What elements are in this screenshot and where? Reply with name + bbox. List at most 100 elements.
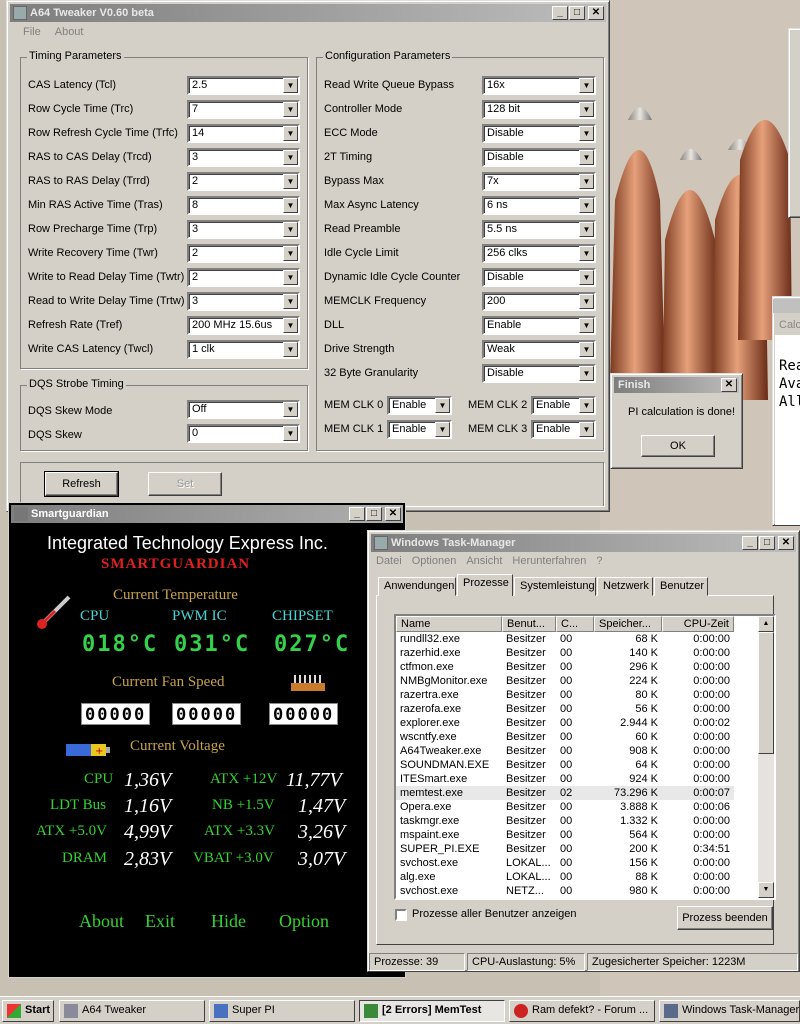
- timing-select[interactable]: 2 ▼: [187, 244, 300, 263]
- memclk-select[interactable]: Enable ▼: [387, 396, 452, 415]
- scroll-down-arrow-icon[interactable]: ▼: [758, 882, 774, 898]
- sg-close-button[interactable]: ✕: [385, 507, 401, 521]
- process-row[interactable]: razerofa.exe Besitzer 00 56 K 0:00:00: [396, 702, 734, 716]
- config-select[interactable]: Disable ▼: [482, 148, 596, 167]
- timing-select[interactable]: 1 clk ▼: [187, 340, 300, 359]
- chevron-down-icon[interactable]: ▼: [579, 150, 594, 165]
- process-row[interactable]: NMBgMonitor.exe Besitzer 00 224 K 0:00:00: [396, 674, 734, 688]
- process-row[interactable]: memtest.exe Besitzer 02 73.296 K 0:00:07: [396, 786, 734, 800]
- start-button[interactable]: Start: [2, 1000, 54, 1022]
- col-user[interactable]: Benut...: [502, 616, 556, 632]
- show-all-users-checkbox[interactable]: [395, 909, 407, 921]
- sg-about-link[interactable]: About: [79, 911, 124, 932]
- timing-select[interactable]: 2.5 ▼: [187, 76, 300, 95]
- chevron-down-icon[interactable]: ▼: [579, 366, 594, 381]
- col-cpu[interactable]: C...: [556, 616, 594, 632]
- chevron-down-icon[interactable]: ▼: [579, 78, 594, 93]
- maximize-button[interactable]: □: [569, 6, 585, 20]
- col-cpu-time[interactable]: CPU-Zeit: [662, 616, 734, 632]
- chevron-down-icon[interactable]: ▼: [283, 270, 298, 285]
- chevron-down-icon[interactable]: ▼: [283, 294, 298, 309]
- process-row[interactable]: svchost.exe NETZ... 00 980 K 0:00:00: [396, 884, 734, 898]
- tab-systemleistung[interactable]: Systemleistung: [514, 577, 596, 596]
- process-list-scrollbar[interactable]: ▲ ▼: [758, 616, 774, 898]
- taskbar-item-task-manager[interactable]: Windows Task-Manager: [659, 1000, 800, 1022]
- timing-select[interactable]: 3 ▼: [187, 220, 300, 239]
- chevron-down-icon[interactable]: ▼: [283, 342, 298, 357]
- process-row[interactable]: SUPER_PI.EXE Besitzer 00 200 K 0:34:51: [396, 842, 734, 856]
- sg-minimize-button[interactable]: _: [349, 507, 365, 521]
- config-select[interactable]: 200 ▼: [482, 292, 596, 311]
- tm-menu-optionen[interactable]: Optionen: [412, 552, 457, 570]
- chevron-down-icon[interactable]: ▼: [283, 78, 298, 93]
- config-select[interactable]: Disable ▼: [482, 124, 596, 143]
- chevron-down-icon[interactable]: ▼: [283, 150, 298, 165]
- timing-select[interactable]: 7 ▼: [187, 100, 300, 119]
- smartguardian-titlebar[interactable]: Smartguardian _ □ ✕: [11, 505, 403, 523]
- chevron-down-icon[interactable]: ▼: [283, 222, 298, 237]
- tm-maximize-button[interactable]: □: [759, 536, 775, 550]
- chevron-down-icon[interactable]: ▼: [579, 294, 594, 309]
- chevron-down-icon[interactable]: ▼: [579, 174, 594, 189]
- chevron-down-icon[interactable]: ▼: [579, 102, 594, 117]
- config-select[interactable]: Disable ▼: [482, 268, 596, 287]
- scroll-up-arrow-icon[interactable]: ▲: [758, 616, 774, 632]
- tab-netzwerk[interactable]: Netzwerk: [597, 577, 653, 596]
- config-select[interactable]: 128 bit ▼: [482, 100, 596, 119]
- process-row[interactable]: razerhid.exe Besitzer 00 140 K 0:00:00: [396, 646, 734, 660]
- set-button[interactable]: Set: [148, 472, 222, 496]
- sg-exit-link[interactable]: Exit: [145, 911, 175, 932]
- process-row[interactable]: alg.exe LOKAL... 00 88 K 0:00:00: [396, 870, 734, 884]
- process-row[interactable]: taskmgr.exe Besitzer 00 1.332 K 0:00:00: [396, 814, 734, 828]
- tm-menu-help[interactable]: ?: [596, 552, 602, 570]
- chevron-down-icon[interactable]: ▼: [579, 398, 594, 413]
- chevron-down-icon[interactable]: ▼: [283, 174, 298, 189]
- chevron-down-icon[interactable]: ▼: [579, 270, 594, 285]
- col-name[interactable]: Name: [396, 616, 502, 632]
- timing-select[interactable]: 14 ▼: [187, 124, 300, 143]
- config-select[interactable]: Disable ▼: [482, 364, 596, 383]
- tab-prozesse[interactable]: Prozesse: [457, 574, 513, 596]
- process-row[interactable]: ctfmon.exe Besitzer 00 296 K 0:00:00: [396, 660, 734, 674]
- process-row[interactable]: A64Tweaker.exe Besitzer 00 908 K 0:00:00: [396, 744, 734, 758]
- chevron-down-icon[interactable]: ▼: [283, 426, 298, 441]
- end-process-button[interactable]: Prozess beenden: [677, 906, 773, 930]
- config-select[interactable]: 5.5 ns ▼: [482, 220, 596, 239]
- config-select[interactable]: 6 ns ▼: [482, 196, 596, 215]
- taskbar-item-memtest[interactable]: [2 Errors] MemTest: [359, 1000, 505, 1022]
- process-row[interactable]: Opera.exe Besitzer 00 3.888 K 0:00:06: [396, 800, 734, 814]
- chevron-down-icon[interactable]: ▼: [283, 318, 298, 333]
- chevron-down-icon[interactable]: ▼: [579, 222, 594, 237]
- timing-select[interactable]: 2 ▼: [187, 172, 300, 191]
- timing-select[interactable]: 2 ▼: [187, 268, 300, 287]
- a64-titlebar[interactable]: A64 Tweaker V0.60 beta _ □ ✕: [10, 4, 606, 22]
- taskbar-item-a64-tweaker[interactable]: A64 Tweaker: [59, 1000, 205, 1022]
- tm-titlebar[interactable]: Windows Task-Manager _ □ ✕: [371, 534, 796, 552]
- process-row[interactable]: razertra.exe Besitzer 00 80 K 0:00:00: [396, 688, 734, 702]
- tm-menu-herunterfahren[interactable]: Herunterfahren: [512, 552, 586, 570]
- process-list[interactable]: Name Benut... C... Speicher... CPU-Zeit …: [394, 614, 776, 900]
- config-select[interactable]: 256 clks ▼: [482, 244, 596, 263]
- config-select[interactable]: 7x ▼: [482, 172, 596, 191]
- ok-button[interactable]: OK: [641, 435, 715, 457]
- process-row[interactable]: wscntfy.exe Besitzer 00 60 K 0:00:00: [396, 730, 734, 744]
- chevron-down-icon[interactable]: ▼: [579, 246, 594, 261]
- sg-option-link[interactable]: Option: [279, 911, 329, 932]
- menu-about[interactable]: About: [55, 23, 84, 41]
- tm-menu-ansicht[interactable]: Ansicht: [466, 552, 502, 570]
- config-select[interactable]: Weak ▼: [482, 340, 596, 359]
- process-row[interactable]: ITESmart.exe Besitzer 00 924 K 0:00:00: [396, 772, 734, 786]
- chevron-down-icon[interactable]: ▼: [579, 126, 594, 141]
- process-row[interactable]: explorer.exe Besitzer 00 2.944 K 0:00:02: [396, 716, 734, 730]
- chevron-down-icon[interactable]: ▼: [435, 422, 450, 437]
- timing-select[interactable]: 8 ▼: [187, 196, 300, 215]
- tm-minimize-button[interactable]: _: [742, 536, 758, 550]
- memclk-select[interactable]: Enable ▼: [387, 420, 452, 439]
- finish-close-button[interactable]: ✕: [721, 378, 737, 392]
- config-select[interactable]: Enable ▼: [482, 316, 596, 335]
- process-row[interactable]: SOUNDMAN.EXE Besitzer 00 64 K 0:00:00: [396, 758, 734, 772]
- chevron-down-icon[interactable]: ▼: [283, 126, 298, 141]
- process-row[interactable]: rundll32.exe Besitzer 00 68 K 0:00:00: [396, 632, 734, 646]
- chevron-down-icon[interactable]: ▼: [579, 342, 594, 357]
- refresh-button[interactable]: Refresh: [44, 471, 119, 497]
